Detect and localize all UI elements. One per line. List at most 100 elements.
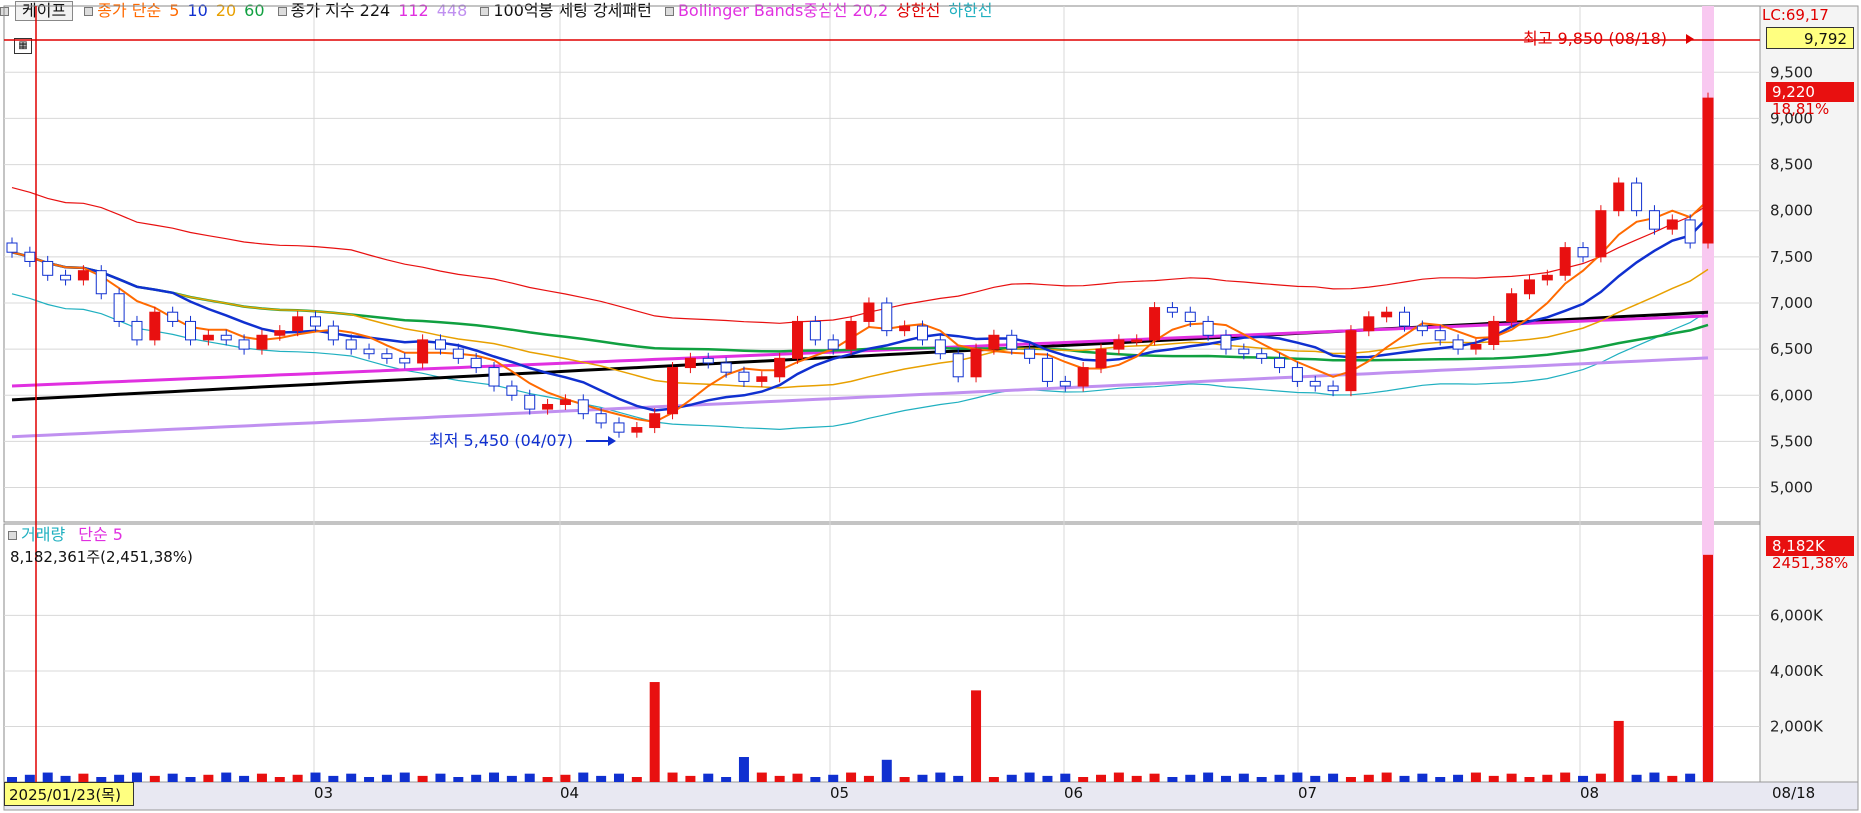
price-tick-label: 5,500 (1770, 432, 1813, 450)
volume-title[interactable]: 거래량 (21, 525, 65, 544)
candle-body (149, 311, 161, 341)
volume-bar (935, 772, 946, 782)
volume-ma-label[interactable]: 단순 5 (78, 525, 123, 544)
volume-bar (971, 690, 982, 782)
candle-body (327, 325, 339, 341)
volume-bar (1328, 773, 1339, 782)
month-label: 04 (560, 784, 580, 802)
candle-body (506, 385, 518, 396)
volume-bar (1149, 773, 1160, 782)
volume-toggle-icon[interactable] (8, 531, 17, 540)
volume-bar (899, 777, 910, 782)
candle-body (1648, 210, 1660, 230)
date-axis-end-label: 08/18 (1772, 784, 1816, 802)
volume-bar (1578, 775, 1589, 782)
month-label: 07 (1298, 784, 1318, 802)
volume-bar (1470, 772, 1481, 782)
price-tick-label: 7,500 (1770, 248, 1813, 266)
candle-body (220, 334, 232, 341)
month-label: 08 (1580, 784, 1600, 802)
candle-body (363, 348, 375, 355)
candle-body (1113, 339, 1125, 350)
candle-body (42, 260, 54, 276)
candle-body (345, 339, 357, 350)
price-panel-frame (3, 5, 1761, 523)
candle-body (1238, 348, 1250, 355)
volume-bar (542, 777, 553, 782)
price-volume-chart[interactable]: 9,5009,0008,5008,0007,5007,0006,5006,000… (0, 0, 1861, 813)
volume-bar (1167, 777, 1178, 782)
candle-body (934, 339, 946, 355)
candle-body (274, 330, 286, 336)
volume-bar (1453, 774, 1464, 782)
candle-body (1381, 311, 1393, 318)
close-price-tag: 9,220 (1766, 82, 1854, 102)
gridlines (4, 6, 1760, 782)
volume-bar (721, 777, 732, 782)
candle-body (542, 403, 554, 410)
volume-bar (792, 773, 803, 782)
volume-bar (1363, 774, 1374, 782)
volume-bar (1703, 554, 1713, 782)
candle-body (1059, 380, 1071, 387)
candle-body (1523, 279, 1535, 295)
volume-bar (703, 773, 714, 782)
volume-bar (221, 772, 232, 782)
candle-body (113, 293, 125, 322)
volume-info: 8,182,361주(2,451,38%) (10, 548, 193, 566)
candle-body (1541, 274, 1553, 281)
candle-body (863, 302, 875, 322)
candle-body (1452, 339, 1464, 350)
volume-bar (167, 773, 178, 782)
volume-bar (131, 772, 142, 782)
ma20-line (11, 251, 1709, 389)
volume-bar (149, 775, 160, 782)
month-label: 06 (1064, 784, 1084, 802)
candle-body (309, 316, 321, 327)
volume-bar (1685, 773, 1696, 782)
candle-body (24, 251, 36, 262)
candle-body (1506, 293, 1518, 322)
volume-bar (1131, 775, 1142, 782)
volume-bar (1096, 774, 1107, 782)
volume-bars (7, 554, 1713, 782)
candle-body (1345, 330, 1357, 392)
volume-bar (578, 772, 589, 782)
candle-body (470, 357, 482, 369)
candle-body (488, 367, 500, 387)
candle-body (1274, 357, 1286, 369)
candle-body (774, 357, 786, 378)
volume-bar (1060, 773, 1071, 782)
volume-bar (1113, 772, 1124, 782)
volume-bar (256, 773, 267, 782)
volume-bar (953, 775, 964, 782)
high-annotation: 최고 9,850 (08/18) (1523, 29, 1667, 48)
volume-bar (1042, 775, 1053, 782)
volume-tick-label: 4,000K (1770, 662, 1824, 680)
indicator-lines (11, 187, 1709, 439)
volume-bar (1417, 773, 1428, 782)
candle-body (1684, 219, 1696, 244)
volume-bar (881, 759, 892, 782)
volume-bar (1292, 772, 1303, 782)
volume-bar (1006, 774, 1017, 782)
candle-body (256, 334, 268, 350)
ema448-line (11, 356, 1709, 439)
candle-body (524, 394, 536, 410)
candle-body (1095, 348, 1107, 369)
volume-bar (1631, 774, 1642, 782)
candle-body (1434, 330, 1446, 341)
candle-body (417, 339, 429, 364)
candle-body (238, 339, 250, 350)
candle-body (881, 302, 893, 332)
candle-body (916, 325, 928, 341)
volume-bar (560, 774, 571, 782)
price-tick-label: 7,000 (1770, 294, 1813, 312)
candle-body (738, 371, 750, 382)
volume-bar (399, 772, 410, 782)
volume-bar (596, 775, 607, 782)
volume-bar (24, 774, 35, 782)
candle-body (1291, 367, 1303, 382)
volume-bar (42, 772, 53, 782)
candle-body (613, 422, 625, 433)
